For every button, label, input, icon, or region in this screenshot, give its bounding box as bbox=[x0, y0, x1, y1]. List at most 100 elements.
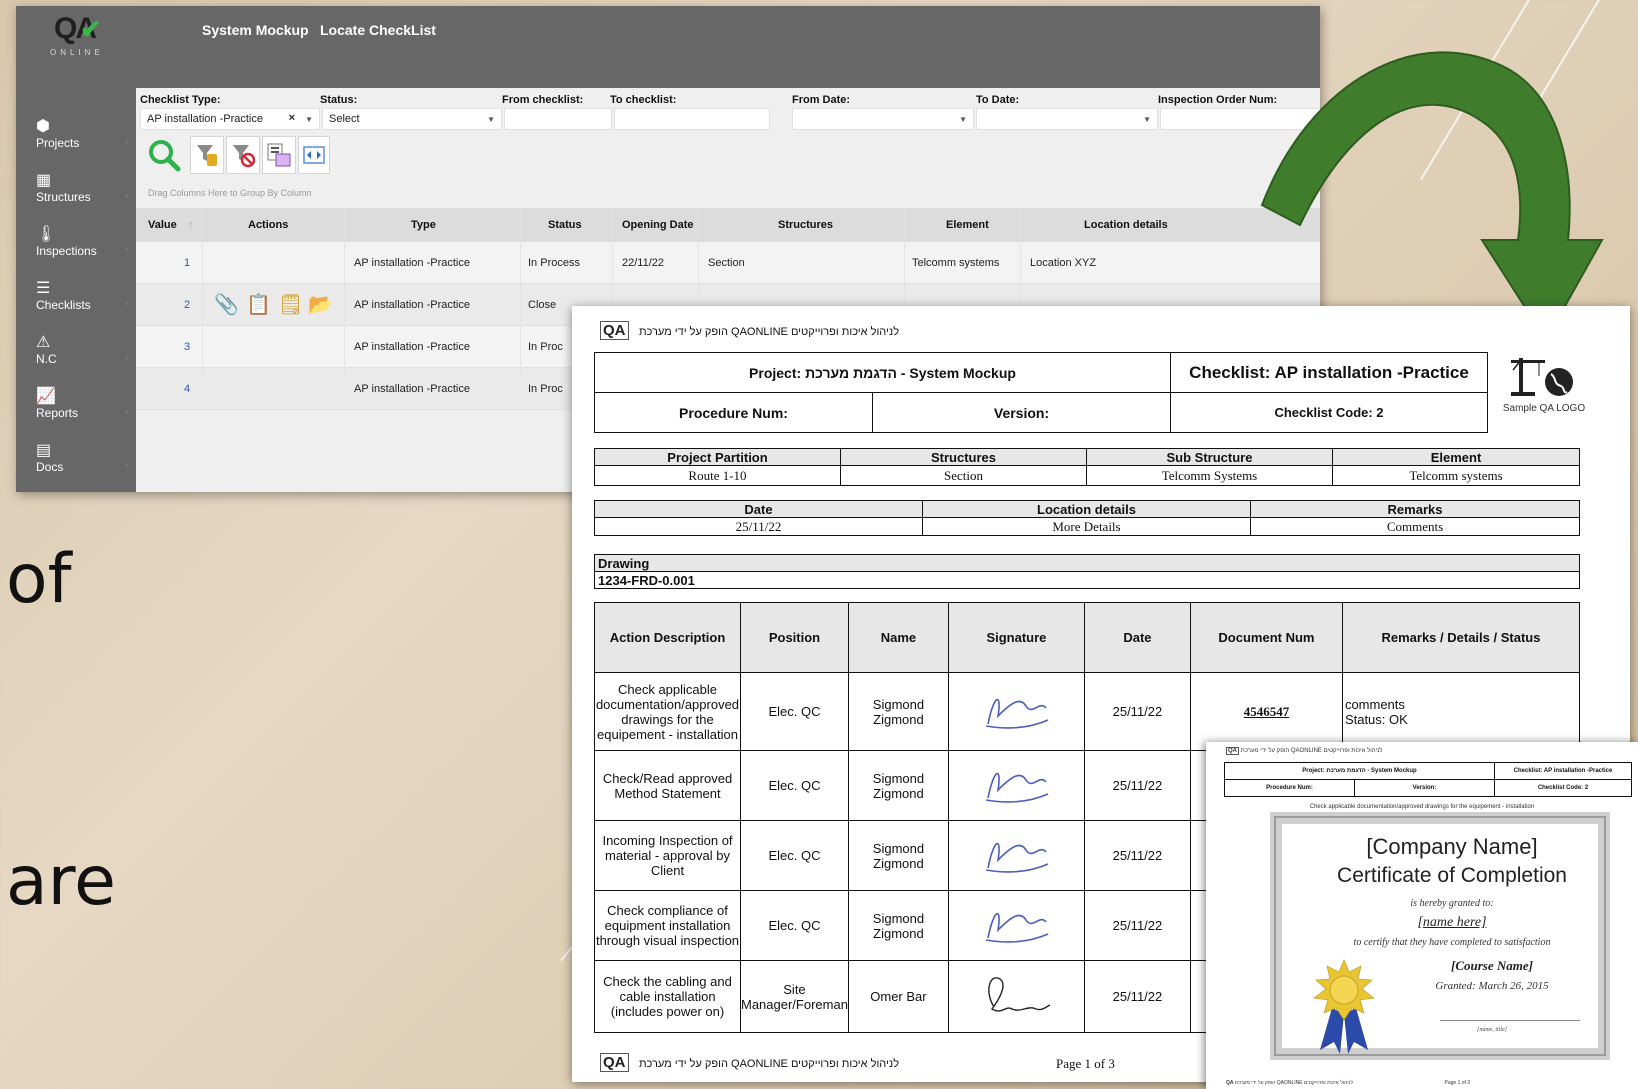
to-checklist-input[interactable] bbox=[614, 108, 770, 130]
check-icon: ✔ bbox=[80, 14, 102, 44]
search-button[interactable] bbox=[142, 136, 186, 174]
to-checklist-label: To checklist: bbox=[610, 94, 677, 106]
column-header-structures[interactable]: Structures bbox=[778, 219, 833, 231]
cert-course: [Course Name] bbox=[1451, 958, 1533, 973]
filter-funnel-icon bbox=[197, 145, 217, 166]
signature bbox=[947, 672, 1085, 751]
report-footer: QA לניהול איכות ופרוייקטים QAONLINE הופק… bbox=[600, 1053, 899, 1072]
award-seal-icon bbox=[1313, 959, 1375, 1054]
export-button[interactable] bbox=[262, 136, 296, 174]
status-select[interactable]: Select ▼ bbox=[322, 108, 502, 130]
report-header: QA לניהול איכות ופרוייקטים QAONLINE הופק… bbox=[600, 321, 899, 340]
column-header-opening-date[interactable]: Opening Date bbox=[622, 219, 694, 231]
sidebar-item-docs[interactable]: ▤ Docs › bbox=[36, 442, 128, 492]
report-page-number: Page 1 of 3 bbox=[1056, 1056, 1115, 1071]
grid-divider bbox=[202, 208, 203, 376]
expand-columns-button[interactable] bbox=[298, 136, 330, 174]
thermometer-icon: 🌡 bbox=[36, 226, 57, 243]
search-icon bbox=[149, 140, 181, 172]
column-header-type[interactable]: Type bbox=[411, 219, 436, 231]
grid-divider bbox=[344, 208, 345, 376]
sidebar-item-reports[interactable]: 📈 Reports › bbox=[36, 388, 128, 438]
checklist-icon[interactable]: 🗒 bbox=[278, 292, 303, 317]
app-logo[interactable]: QA ✔ ONLINE bbox=[36, 12, 116, 62]
column-header-status[interactable]: Status bbox=[548, 219, 582, 231]
action-row: Check applicable documentation/approved … bbox=[594, 672, 1581, 751]
checklist-type-select[interactable]: AP installation -Practice × ▼ bbox=[140, 108, 320, 130]
curved-arrow-icon bbox=[1260, 51, 1604, 340]
column-header-value[interactable]: Value bbox=[148, 219, 177, 231]
slide-text-are: are bbox=[6, 842, 116, 921]
partition-table: Project Partition Structures Sub Structu… bbox=[594, 448, 1580, 486]
chevron-down-icon: ▼ bbox=[959, 115, 967, 124]
group-by-hint: Drag Columns Here to Group By Column bbox=[148, 188, 312, 198]
to-date-label: To Date: bbox=[976, 94, 1020, 106]
status-label: Status: bbox=[320, 94, 358, 106]
clear-filter-button[interactable] bbox=[226, 136, 260, 174]
report-version: Version: bbox=[872, 392, 1171, 433]
checklist-type-label: Checklist Type: bbox=[140, 94, 221, 106]
sort-arrow-icon[interactable]: ↑ bbox=[188, 219, 194, 231]
warning-icon: ⚠ bbox=[36, 334, 51, 351]
from-checklist-label: From checklist: bbox=[502, 94, 584, 106]
signature-icon bbox=[986, 912, 1049, 943]
breadcrumb-project[interactable]: System Mockup bbox=[202, 22, 309, 38]
grid-divider bbox=[520, 208, 521, 376]
list-icon: ☰ bbox=[36, 280, 51, 297]
breadcrumb-page: Locate CheckList bbox=[320, 22, 436, 38]
app-header: QA ✔ ONLINE System Mockup Locate CheckLi… bbox=[16, 6, 1320, 88]
sidebar-item-structures[interactable]: ▦ Structures › bbox=[36, 172, 128, 222]
folder-icon[interactable]: 📂 bbox=[308, 292, 333, 317]
document-number-link[interactable]: 4546547 bbox=[1244, 704, 1290, 719]
clear-filter-icon bbox=[233, 145, 255, 168]
column-header-actions: Actions bbox=[248, 219, 289, 231]
cube-icon: ⬢ bbox=[36, 118, 50, 135]
chevron-down-icon: ▼ bbox=[487, 115, 495, 124]
report-checklist-code: Checklist Code: 2 bbox=[1170, 392, 1488, 433]
sidebar-item-checklists[interactable]: ☰ Checklists › bbox=[36, 280, 128, 330]
sample-qa-logo: Sample QA LOGO bbox=[1494, 354, 1594, 414]
crane-globe-icon bbox=[1511, 358, 1573, 396]
export-icon bbox=[267, 143, 291, 167]
sidebar-item-nc[interactable]: ⚠ N.C › bbox=[36, 334, 128, 384]
slide-text-of: of bbox=[6, 540, 72, 619]
grid-header: Value ↑ Actions Type Status Opening Date… bbox=[136, 208, 1320, 242]
signature-icon bbox=[986, 772, 1049, 803]
column-header-element[interactable]: Element bbox=[946, 219, 989, 231]
sidebar-item-inspections[interactable]: 🌡 Inspections › bbox=[36, 226, 128, 276]
signature-icon bbox=[986, 842, 1049, 873]
cert-company: [Company Name] bbox=[1366, 834, 1538, 859]
cert-title: Certificate of Completion bbox=[1337, 864, 1567, 887]
report-checklist-title: Checklist: AP installation -Practice bbox=[1170, 352, 1488, 393]
expand-icon bbox=[303, 146, 325, 164]
to-date-picker[interactable]: ▼ bbox=[976, 108, 1158, 130]
date-location-table: Date Location details Remarks 25/11/22 M… bbox=[594, 500, 1580, 536]
cert-date: Granted: March 26, 2015 bbox=[1435, 980, 1549, 992]
signature-icon bbox=[988, 977, 1051, 1012]
from-checklist-input[interactable] bbox=[504, 108, 612, 130]
table-row[interactable]: 1 AP installation -Practice In Process 2… bbox=[136, 242, 1320, 284]
report-title-table: Project: הדגמת מערכת - System Mockup Che… bbox=[594, 352, 1488, 433]
filter-button[interactable] bbox=[190, 136, 224, 174]
chevron-down-icon: ▼ bbox=[1143, 115, 1151, 124]
drawing-table: Drawing 1234-FRD-0.001 bbox=[594, 554, 1580, 589]
sidebar-item-projects[interactable]: ⬢ Projects › bbox=[36, 118, 128, 168]
clear-icon[interactable]: × bbox=[289, 112, 295, 124]
attachment-icon[interactable]: 📎 bbox=[214, 292, 239, 317]
cert-name: [name here] bbox=[1417, 915, 1487, 930]
column-header-location[interactable]: Location details bbox=[1084, 219, 1168, 231]
certificate-page: QA לניהול איכות ופרוייקטים QAONLINE הופק… bbox=[1206, 742, 1638, 1089]
cert-mini-footer: QA לניהול איכות ופרוייקטים QAONLINE הופק… bbox=[1226, 1080, 1471, 1086]
building-icon: ▦ bbox=[36, 172, 52, 189]
from-date-picker[interactable]: ▼ bbox=[792, 108, 974, 130]
report-procedure: Procedure Num: bbox=[594, 392, 873, 433]
from-date-label: From Date: bbox=[792, 94, 851, 106]
cert-mini-header: QA לניהול איכות ופרוייקטים QAONLINE הופק… bbox=[1226, 747, 1383, 755]
chart-icon: 📈 bbox=[36, 388, 56, 405]
report-small-logo: QA bbox=[600, 1053, 629, 1072]
sidebar: ⬢ Projects › ▦ Structures › 🌡 Inspections ›… bbox=[16, 88, 136, 492]
clipboard-icon[interactable]: 📋 bbox=[246, 292, 271, 317]
signature-icon bbox=[986, 698, 1049, 729]
cert-mini-table: Project: הדגמת מערכת - System Mockup Che… bbox=[1224, 762, 1632, 797]
report-small-logo: QA bbox=[600, 321, 629, 340]
